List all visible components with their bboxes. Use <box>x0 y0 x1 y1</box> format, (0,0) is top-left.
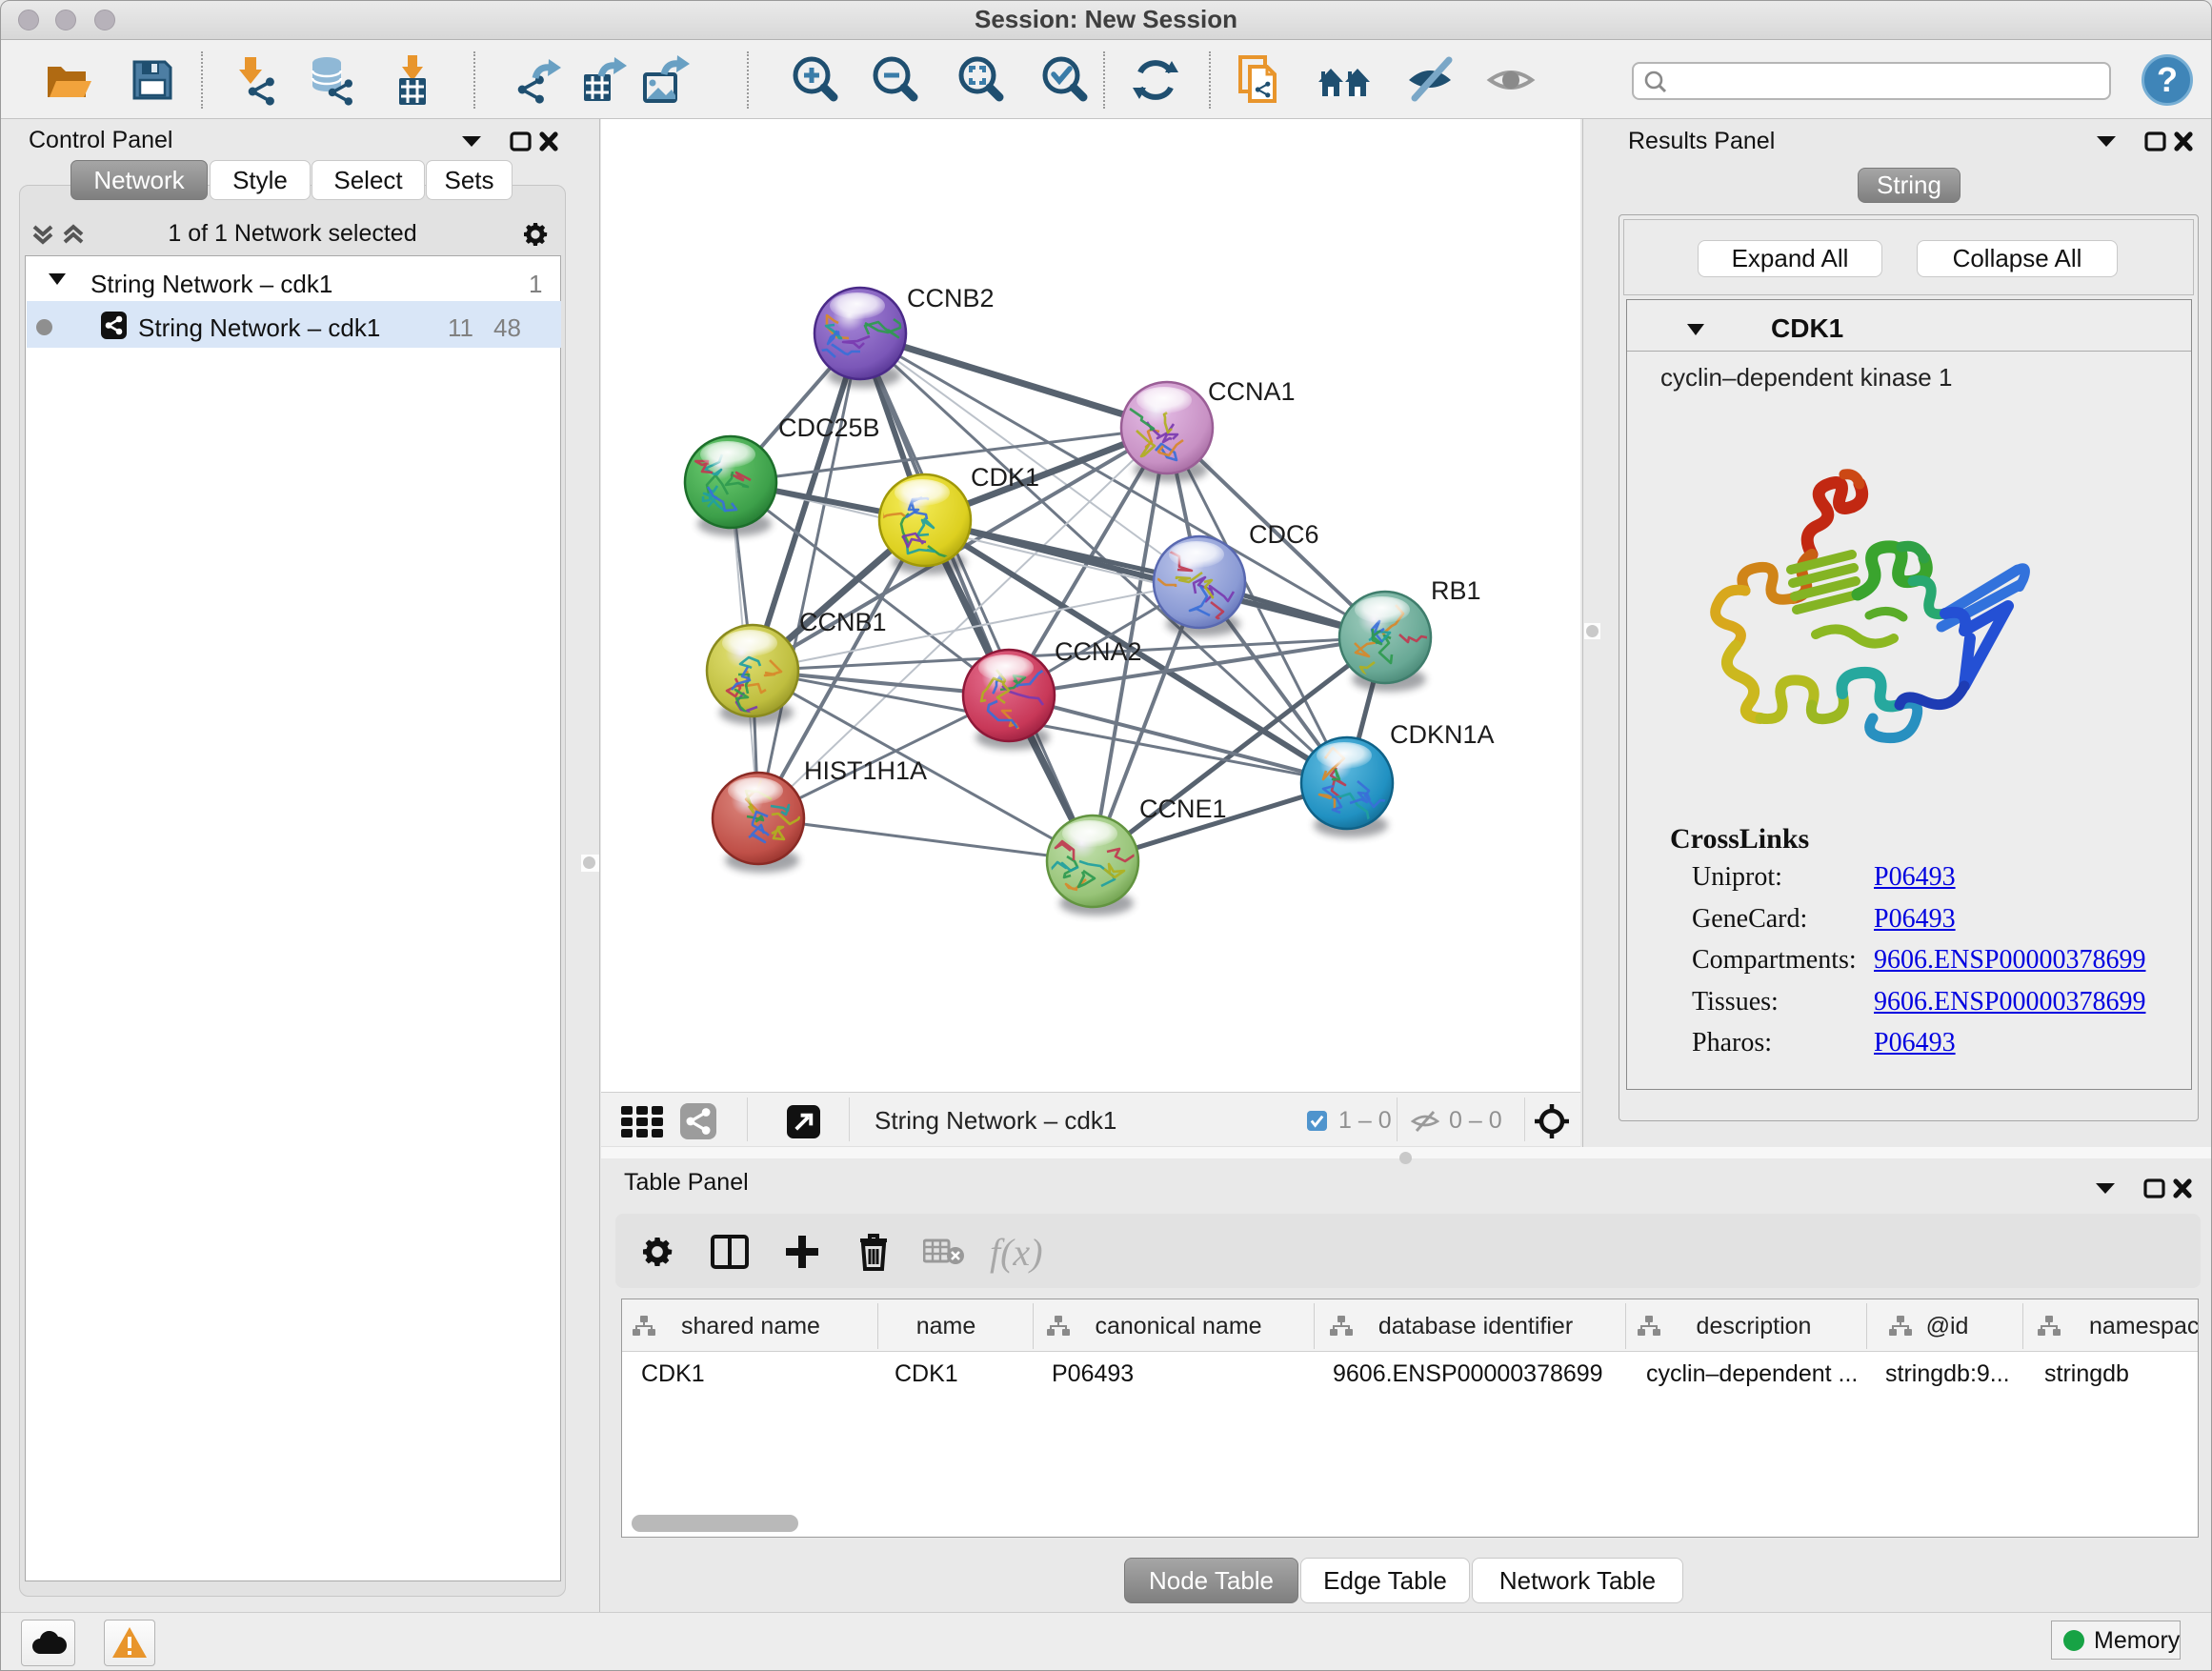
svg-text:CDC25B: CDC25B <box>778 413 880 442</box>
svg-text:CCNB2: CCNB2 <box>907 284 995 312</box>
svg-text:CDC6: CDC6 <box>1249 520 1319 549</box>
svg-text:CCNE1: CCNE1 <box>1139 795 1227 823</box>
svg-text:HIST1H1A: HIST1H1A <box>804 756 927 785</box>
svg-text:CDK1: CDK1 <box>971 463 1039 492</box>
svg-text:CCNA2: CCNA2 <box>1055 637 1142 666</box>
svg-text:CCNB1: CCNB1 <box>799 608 887 636</box>
svg-text:CDKN1A: CDKN1A <box>1390 720 1495 749</box>
svg-text:CCNA1: CCNA1 <box>1208 377 1296 406</box>
svg-text:RB1: RB1 <box>1431 576 1481 605</box>
